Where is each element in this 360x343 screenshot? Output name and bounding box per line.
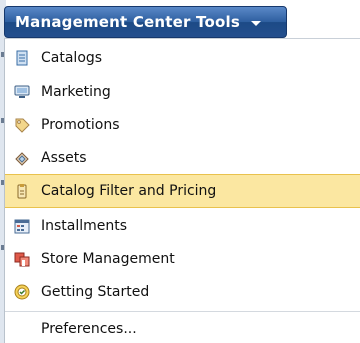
marketing-icon — [14, 84, 30, 100]
management-center-tools-button[interactable]: Management Center Tools — [4, 6, 287, 38]
menu-item-label: Marketing — [41, 83, 111, 100]
menu-item-label: Promotions — [41, 116, 120, 133]
menu-item-installments[interactable]: Installments — [5, 209, 360, 242]
menu-button-label: Management Center Tools — [15, 13, 240, 31]
menu-item-label: Getting Started — [41, 283, 150, 300]
promotions-tag-icon — [14, 117, 30, 133]
menu-item-catalogs[interactable]: Catalogs — [5, 41, 360, 74]
menu-item-label: Store Management — [41, 250, 175, 267]
menu-item-catalog-filter-and-pricing[interactable]: Catalog Filter and Pricing — [5, 174, 360, 208]
menu-item-label: Assets — [41, 149, 87, 166]
menu-item-label: Catalogs — [41, 49, 103, 66]
catalog-icon — [14, 50, 30, 66]
menu-item-label: Catalog Filter and Pricing — [41, 183, 217, 199]
menu-item-store-management[interactable]: Store Management — [5, 242, 360, 275]
menu-item-assets[interactable]: Assets — [5, 141, 360, 174]
menu-item-preferences[interactable]: Preferences... — [5, 315, 360, 343]
store-management-icon — [14, 251, 30, 267]
tools-dropdown-menu: Catalogs Marketing Promotions Assets Cat… — [4, 38, 360, 343]
assets-icon — [14, 150, 30, 166]
menu-separator — [5, 311, 360, 312]
catalog-filter-pricing-icon — [14, 183, 30, 199]
menu-item-promotions[interactable]: Promotions — [5, 108, 360, 141]
menu-item-label: Preferences... — [41, 321, 137, 337]
menu-item-label: Installments — [41, 217, 128, 234]
getting-started-icon — [14, 284, 30, 300]
menu-item-getting-started[interactable]: Getting Started — [5, 275, 360, 308]
menu-item-marketing[interactable]: Marketing — [5, 75, 360, 108]
installments-icon — [14, 218, 30, 234]
chevron-down-icon — [250, 20, 261, 26]
